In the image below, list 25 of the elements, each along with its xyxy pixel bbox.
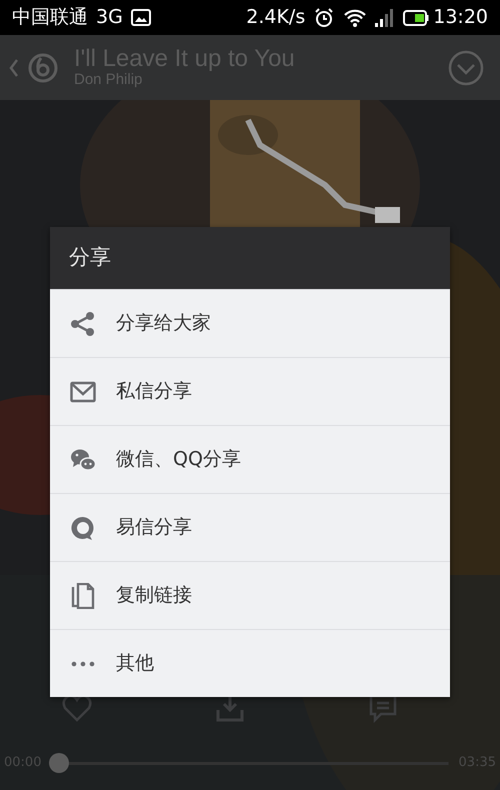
wifi-icon: [343, 8, 368, 28]
share-option[interactable]: 分享给大家: [50, 289, 450, 357]
battery-icon: [403, 10, 430, 26]
dialog-title: 分享: [50, 227, 450, 289]
copy-icon: [70, 582, 96, 608]
app-logo-icon: [28, 52, 58, 82]
progress-thumb[interactable]: [49, 753, 70, 773]
share-option[interactable]: 私信分享: [50, 357, 450, 425]
more-icon: [70, 660, 96, 666]
network-speed: 2.4K/s: [246, 5, 306, 30]
share-option[interactable]: 复制链接: [50, 561, 450, 629]
chat-bubbles-icon: [70, 446, 96, 472]
image-icon: [130, 9, 151, 26]
alarm-icon: [313, 6, 336, 28]
collapse-icon[interactable]: [448, 50, 484, 86]
signal-icon: [375, 8, 396, 26]
network-type: 3G: [96, 5, 123, 30]
share-option[interactable]: 其他: [50, 629, 450, 697]
share-icon: [70, 310, 96, 336]
ring-icon: [70, 514, 96, 540]
carrier-name: 中国联通: [12, 5, 88, 30]
share-option[interactable]: 易信分享: [50, 493, 450, 561]
share-option[interactable]: 微信、QQ分享: [50, 425, 450, 493]
clock-time: 13:20: [433, 5, 488, 30]
back-icon[interactable]: [8, 56, 20, 78]
